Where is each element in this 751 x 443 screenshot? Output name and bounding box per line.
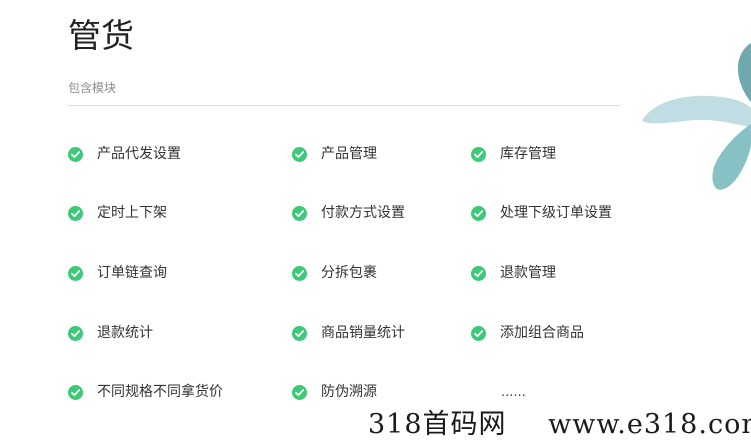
check-circle-icon xyxy=(68,325,83,341)
module-label: 订单链查询 xyxy=(97,265,167,281)
check-circle-icon xyxy=(68,265,83,281)
module-item-refund-management: 退款管理 xyxy=(471,261,556,285)
module-item-more: ...... xyxy=(501,381,526,405)
watermark-site-name: 318首码网 xyxy=(368,409,507,440)
check-circle-icon xyxy=(292,265,307,281)
check-circle-icon xyxy=(292,205,307,221)
module-label: 处理下级订单设置 xyxy=(500,205,612,221)
module-label: 退款统计 xyxy=(97,325,153,341)
check-circle-icon xyxy=(292,384,307,400)
module-item-add-bundle-product: 添加组合商品 xyxy=(471,321,584,345)
module-item-product-management: 产品管理 xyxy=(292,142,377,166)
check-circle-icon xyxy=(471,325,486,341)
module-item-order-chain-query: 订单链查询 xyxy=(68,261,167,285)
module-list: 产品代发设置 产品管理 库存管理 定时上下架 付款方式设置 处理下级订单设置 订… xyxy=(0,0,751,443)
module-label: 产品管理 xyxy=(321,146,377,162)
module-item-spec-based-pricing: 不同规格不同拿货价 xyxy=(68,380,223,404)
leaf-decoration xyxy=(642,43,751,190)
module-item-scheduled-listing: 定时上下架 xyxy=(68,201,167,225)
check-circle-icon xyxy=(292,325,307,341)
check-circle-icon xyxy=(68,205,83,221)
check-circle-icon xyxy=(471,146,486,162)
module-label: 不同规格不同拿货价 xyxy=(97,384,223,400)
module-item-product-dropship-settings: 产品代发设置 xyxy=(68,142,181,166)
module-item-anti-counterfeit-tracing: 防伪溯源 xyxy=(292,380,377,404)
module-item-split-package: 分拆包裹 xyxy=(292,261,377,285)
check-circle-icon xyxy=(292,146,307,162)
watermark: 318首码网 www.e318.com xyxy=(368,408,751,442)
module-item-payment-method-settings: 付款方式设置 xyxy=(292,201,405,225)
check-circle-icon xyxy=(68,384,83,400)
module-label: 添加组合商品 xyxy=(500,325,584,341)
module-item-refund-statistics: 退款统计 xyxy=(68,321,153,345)
watermark-url: www.e318.com xyxy=(548,409,751,440)
check-circle-icon xyxy=(471,205,486,221)
module-label: 商品销量统计 xyxy=(321,325,405,341)
module-label: 防伪溯源 xyxy=(321,384,377,400)
module-label: 分拆包裹 xyxy=(321,265,377,281)
module-label: 定时上下架 xyxy=(97,205,167,221)
check-circle-icon xyxy=(68,146,83,162)
module-label: 产品代发设置 xyxy=(97,146,181,162)
module-item-sub-order-settings: 处理下级订单设置 xyxy=(471,201,612,225)
module-item-inventory-management: 库存管理 xyxy=(471,142,556,166)
check-circle-icon xyxy=(471,265,486,281)
module-item-sales-statistics: 商品销量统计 xyxy=(292,321,405,345)
module-label: 退款管理 xyxy=(500,265,556,281)
module-label: 库存管理 xyxy=(500,146,556,162)
module-label: 付款方式设置 xyxy=(321,205,405,221)
more-ellipsis: ...... xyxy=(501,385,526,400)
